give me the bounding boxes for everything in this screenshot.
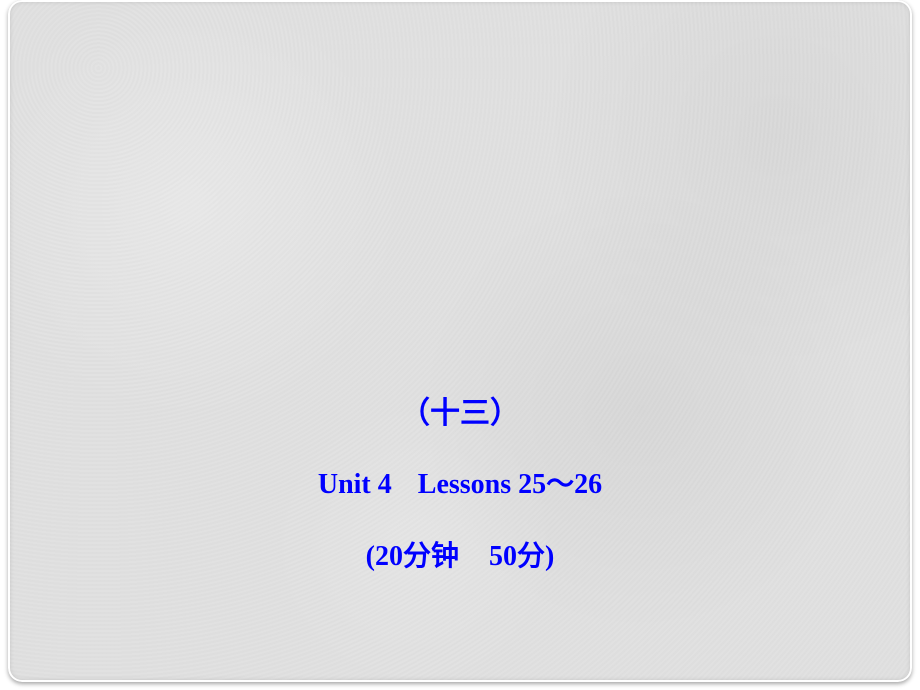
title-line-1: （十三） [8,388,912,432]
title-line-3: (20分钟 50分) [8,534,912,574]
title-line-2: Unit 4 Lessons 25～26 [8,462,912,502]
score-label: 50分) [489,541,554,572]
unit-label: Unit 4 [318,469,392,500]
slide: （十三） Unit 4 Lessons 25～26 (20分钟 50分) [8,0,912,682]
lessons-label: Lessons 25～26 [418,469,602,500]
duration-label: (20分钟 [366,541,459,572]
viewport: （十三） Unit 4 Lessons 25～26 (20分钟 50分) [0,0,920,690]
